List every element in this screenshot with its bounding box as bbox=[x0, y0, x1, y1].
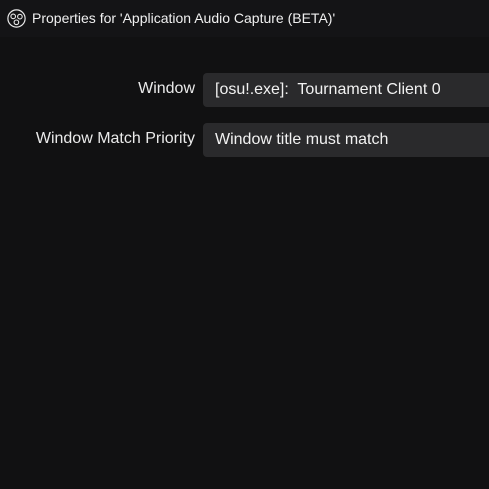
window-select-value: [osu!.exe]: Tournament Client 0 bbox=[215, 81, 441, 98]
window-label: Window bbox=[138, 80, 195, 97]
window-match-priority-label: Window Match Priority bbox=[35, 130, 195, 147]
window-select[interactable]: [osu!.exe]: Tournament Client 0 bbox=[203, 73, 489, 107]
title-bar: Properties for 'Application Audio Captur… bbox=[0, 0, 489, 37]
properties-dialog: Properties for 'Application Audio Captur… bbox=[0, 0, 489, 489]
window-match-priority-value: Window title must match bbox=[215, 131, 389, 148]
window-match-priority-select[interactable]: Window title must match bbox=[203, 123, 489, 157]
obs-logo-icon bbox=[7, 9, 26, 28]
window-row: Window [osu!.exe]: Tournament Client 0 bbox=[0, 73, 489, 107]
window-match-priority-row: Window Match Priority Window title must … bbox=[0, 123, 489, 157]
window-title: Properties for 'Application Audio Captur… bbox=[32, 10, 336, 26]
